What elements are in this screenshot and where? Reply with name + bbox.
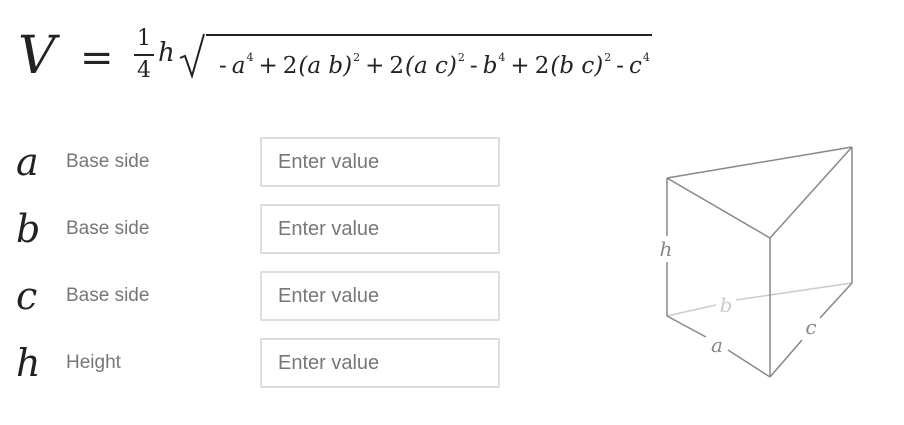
label-a: a [711,333,723,357]
hidden-edge-b-left [666,304,717,317]
term1-var: a [231,53,246,79]
formula-factor-h: h [158,38,175,68]
label-b: b [720,293,733,317]
term1-sign: - [219,53,227,79]
base-side-a-input[interactable] [260,137,500,187]
term4-var: b [482,53,498,79]
base-side-b-input[interactable] [260,204,500,254]
term1-exponent: 4 [246,51,254,64]
fraction-denominator: 4 [137,58,151,83]
formula-lhs-volume: V [18,26,56,86]
hidden-edge-b-right [735,282,853,301]
op5: - [616,53,624,79]
square-root-sign [179,33,205,78]
field-label: Base side [66,151,150,172]
base-edge-a-lower [727,349,771,378]
field-row-h: h Height [0,338,520,388]
top-right-edge [769,146,853,239]
op4: + [510,53,530,79]
term2-exponent: 2 [353,51,361,64]
radicand-expression: - a4 +2(a b)2 +2(a c)2- b4 +2(b c)2- c4 [206,34,652,80]
top-left-edge [666,177,771,239]
term2-body: (a b) [298,53,353,79]
field-row-c: c Base side [0,271,520,321]
field-row-a: a Base side [0,137,520,187]
term5-coef: 2 [534,53,550,79]
variable-symbol: b [16,207,41,251]
volume-formula: V = 1 4 h - a4 +2(a b)2 +2(a c)2- b4 +2(b c)2… [18,20,738,100]
top-back-edge [666,146,853,179]
op2: + [365,53,385,79]
label-h: h [660,237,673,261]
term6-exponent: 4 [642,51,650,64]
term4-exponent: 4 [498,51,506,64]
term3-exponent: 2 [457,51,465,64]
base-edge-c-lower [769,339,803,378]
base-edge-a-upper [666,315,707,338]
field-label: Base side [66,285,150,306]
height-h-input[interactable] [260,338,500,388]
variable-symbol: a [16,140,39,184]
fraction-bar [134,54,154,56]
formula-equals-sign: = [80,35,114,81]
term5-body: (b c) [550,53,604,79]
variable-symbol: c [16,274,38,318]
op1: + [258,53,278,79]
variable-symbol: h [16,341,41,385]
triangular-prism-diagram: b h a c [660,146,853,378]
fraction-numerator: 1 [137,26,151,51]
op3: - [469,53,478,79]
term3-body: (a c) [405,53,457,79]
field-label: Base side [66,218,150,239]
term5-exponent: 2 [604,51,612,64]
base-edge-c-upper [819,282,853,319]
term2-coef: 2 [282,53,298,79]
term6-var: c [629,53,642,79]
label-c: c [805,315,816,339]
field-label: Height [66,352,121,373]
base-side-c-input[interactable] [260,271,500,321]
field-row-b: b Base side [0,204,520,254]
formula-fraction: 1 4 [134,26,154,84]
term3-coef: 2 [389,53,405,79]
